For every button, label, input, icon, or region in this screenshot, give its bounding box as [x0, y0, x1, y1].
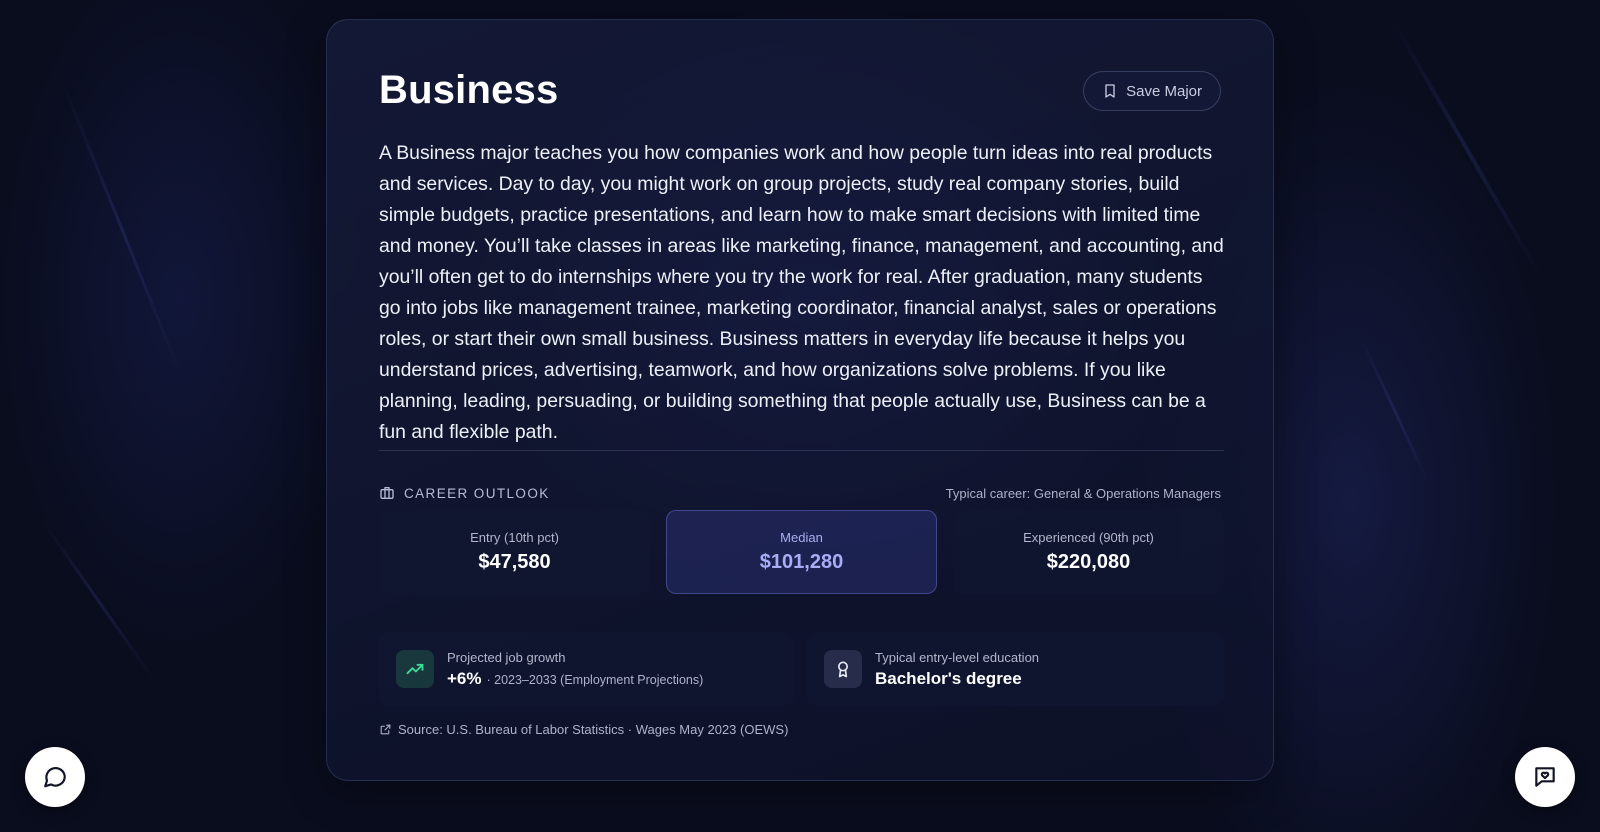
- wage-experienced-value: $220,080: [1046, 551, 1131, 573]
- major-description: A Business major teaches you how compani…: [379, 142, 1224, 443]
- wage-entry: Entry (10th pct) $47,580: [379, 510, 650, 594]
- education-label: Typical entry-level education: [875, 649, 1040, 665]
- save-major-button[interactable]: Save Major: [1083, 71, 1221, 111]
- job-growth-detail: · 2023–2033 (Employment Projections): [486, 672, 704, 687]
- typical-career: Typical career: General & Operations Man…: [945, 486, 1221, 501]
- source-text: Source: U.S. Bureau of Labor Statistics …: [398, 722, 789, 737]
- feedback-button[interactable]: [1515, 747, 1575, 807]
- background-streak: [60, 78, 183, 377]
- wage-entry-value: $47,580: [478, 551, 551, 573]
- wage-entry-label: Entry (10th pct): [470, 530, 559, 545]
- briefcase-icon: [379, 485, 395, 501]
- background-streak: [40, 518, 158, 684]
- major-card: Business Save Major A Business major tea…: [326, 19, 1274, 781]
- page-title: Business: [379, 68, 559, 112]
- heart-message-icon: [1532, 764, 1558, 790]
- education-value: Bachelor's degree: [875, 668, 1022, 688]
- background-streak: [1390, 18, 1544, 280]
- chat-button[interactable]: [25, 747, 85, 807]
- trending-up-icon: [396, 650, 434, 688]
- career-outlook-label: CAREER OUTLOOK: [404, 485, 550, 501]
- chat-bubble-icon: [42, 764, 68, 790]
- career-outlook-heading: CAREER OUTLOOK: [379, 485, 550, 501]
- job-growth-panel: Projected job growth +6% · 2023–2033 (Em…: [379, 632, 794, 706]
- wage-median-value: $101,280: [759, 551, 844, 573]
- background-streak: [1360, 338, 1431, 486]
- wage-experienced-label: Experienced (90th pct): [1023, 530, 1154, 545]
- award-icon: [824, 650, 862, 688]
- wage-median: Median $101,280: [666, 510, 937, 594]
- education-panel: Typical entry-level education Bachelor's…: [807, 632, 1224, 706]
- save-major-label: Save Major: [1126, 82, 1202, 100]
- divider: [379, 450, 1224, 451]
- wage-median-label: Median: [780, 530, 823, 545]
- source-link[interactable]: Source: U.S. Bureau of Labor Statistics …: [379, 722, 788, 737]
- wage-experienced: Experienced (90th pct) $220,080: [953, 510, 1224, 594]
- bookmark-icon: [1102, 83, 1118, 99]
- job-growth-value: +6%: [447, 668, 482, 688]
- job-growth-label: Projected job growth: [447, 649, 566, 665]
- external-link-icon: [379, 723, 392, 736]
